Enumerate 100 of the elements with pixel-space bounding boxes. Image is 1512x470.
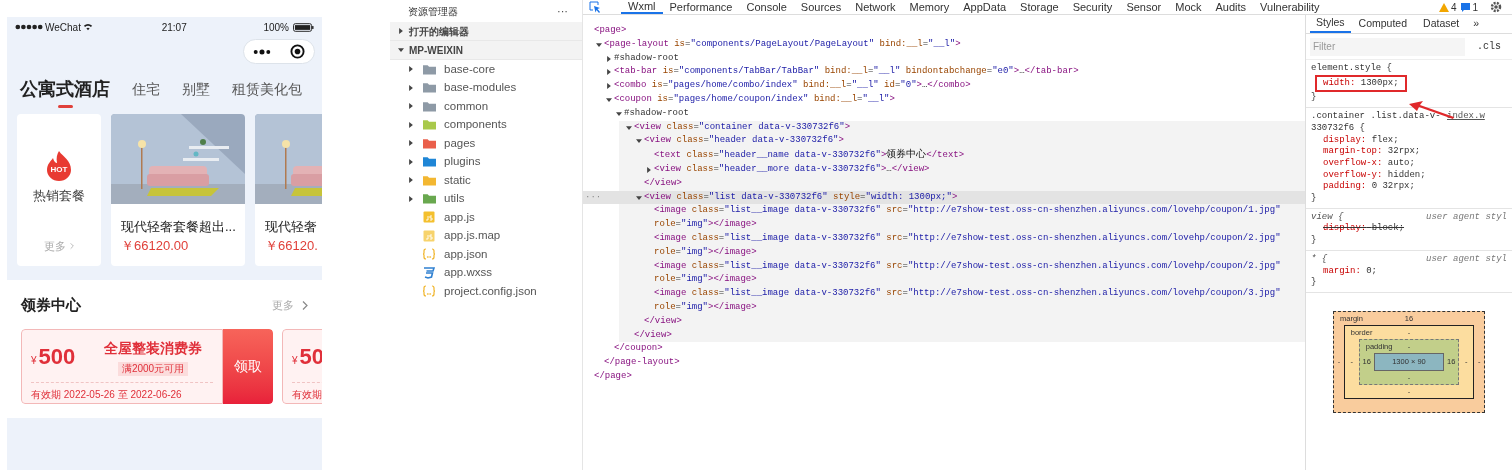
devtools-tab[interactable]: Console bbox=[739, 0, 794, 14]
dom-node[interactable]: </page> bbox=[594, 369, 632, 384]
braces-file-icon bbox=[422, 248, 436, 261]
devtools-tab[interactable]: Sensor bbox=[1119, 0, 1169, 14]
css-declaration[interactable]: margin: 0; bbox=[1323, 265, 1378, 278]
devtools-tab[interactable]: Network bbox=[848, 0, 903, 14]
css-declaration[interactable]: display: flex; bbox=[1323, 134, 1399, 147]
category-tab[interactable]: 公寓式酒店 bbox=[20, 78, 110, 108]
folder-item[interactable]: base-modules bbox=[390, 78, 582, 97]
dom-node[interactable]: #shadow-root bbox=[614, 51, 679, 66]
more-actions[interactable]: ··· bbox=[557, 2, 568, 20]
file-item[interactable]: app.js.map bbox=[390, 226, 582, 245]
filter-field[interactable]: Filter bbox=[1310, 37, 1465, 56]
claim-button[interactable]: 领取 bbox=[223, 329, 273, 404]
css-declaration[interactable]: overflow-x: auto; bbox=[1323, 157, 1415, 170]
product-card[interactable]: 现代轻奢套餐超出... ￥66120.00 bbox=[111, 114, 245, 266]
css-declaration[interactable]: display: block; bbox=[1323, 223, 1405, 236]
caret-down-icon[interactable] bbox=[636, 194, 642, 201]
folder-icon bbox=[422, 119, 436, 131]
caret-right-icon[interactable] bbox=[408, 103, 414, 110]
file-item[interactable]: project.config.json bbox=[390, 282, 582, 301]
caret-right-icon[interactable] bbox=[408, 121, 414, 128]
devtools-tab[interactable]: AppData bbox=[956, 0, 1014, 14]
source-link[interactable]: index.w bbox=[1447, 111, 1485, 135]
settings-icon[interactable] bbox=[1490, 1, 1502, 13]
css-declaration[interactable]: padding: 0 32rpx; bbox=[1323, 181, 1415, 194]
styles-tab[interactable]: Styles bbox=[1310, 15, 1351, 33]
devtools-tab[interactable]: Vulnerability bbox=[1253, 0, 1327, 14]
carrier-name: WeChat bbox=[45, 20, 81, 35]
devtools-tab[interactable]: Security bbox=[1065, 0, 1120, 14]
dom-node[interactable]: </coupon> bbox=[614, 342, 663, 357]
class-toggle[interactable]: .cls bbox=[1477, 39, 1501, 54]
caret-right-icon[interactable] bbox=[408, 66, 414, 73]
folder-item[interactable]: common bbox=[390, 97, 582, 116]
css-declaration[interactable]: width: 1300px; bbox=[1315, 74, 1407, 93]
devtools-tab[interactable]: Performance bbox=[662, 0, 740, 14]
folder-item[interactable]: plugins bbox=[390, 152, 582, 171]
styles-tab[interactable]: Dataset bbox=[1415, 15, 1468, 33]
caret-down-icon[interactable] bbox=[626, 124, 632, 131]
caret-right-icon[interactable] bbox=[646, 166, 652, 173]
dom-node[interactable]: </page-layout> bbox=[604, 356, 680, 370]
hot-package-card[interactable]: HOT 热销套餐 更多 bbox=[17, 114, 101, 266]
message-count: 1 bbox=[1472, 0, 1478, 15]
caret-right-icon[interactable] bbox=[408, 140, 414, 147]
caret-right-icon[interactable] bbox=[398, 28, 404, 34]
file-item[interactable]: app.json bbox=[390, 245, 582, 264]
dom-node[interactable]: </view> bbox=[644, 176, 682, 191]
caret-down-icon[interactable] bbox=[398, 47, 404, 53]
caret-right-icon[interactable] bbox=[606, 55, 612, 62]
rule-close: } bbox=[1311, 92, 1318, 105]
more-tabs[interactable]: » bbox=[1467, 16, 1486, 32]
message-icon[interactable] bbox=[1461, 2, 1471, 12]
more-icon[interactable] bbox=[253, 48, 272, 55]
dom-node[interactable]: </view> bbox=[644, 314, 682, 329]
caret-right-icon[interactable] bbox=[408, 195, 414, 202]
category-tab[interactable]: 别墅 bbox=[182, 78, 210, 108]
hot-label: HOT bbox=[49, 165, 69, 175]
caret-right-icon[interactable] bbox=[408, 158, 414, 165]
category-tab[interactable]: 租赁美化包 bbox=[232, 78, 302, 108]
devtools-tab[interactable]: Sources bbox=[793, 0, 849, 14]
devtools-tab[interactable]: Mock bbox=[1168, 0, 1209, 14]
coupon-validity: 有效期 2022-05-26 至 2022-06-26 bbox=[31, 388, 183, 402]
dom-node[interactable]: <combo is="pages/home/combo/index" bind:__l="__l" id="0">…</combo> bbox=[614, 79, 971, 93]
dom-node[interactable]: <view class="list data-v-330732f6" style="width: 1300px;"> bbox=[644, 190, 958, 205]
inspect-icon[interactable] bbox=[589, 1, 601, 13]
dom-node[interactable]: <coupon is="pages/home/coupon/index" bind:__l="__l"> bbox=[614, 93, 895, 107]
caret-down-icon[interactable] bbox=[606, 97, 612, 103]
category-tab[interactable]: 住宅 bbox=[132, 78, 160, 108]
section-header[interactable]: MP-WEIXIN bbox=[390, 41, 582, 60]
folder-item[interactable]: pages bbox=[390, 134, 582, 153]
dom-node[interactable]: #shadow-root bbox=[624, 106, 689, 121]
caret-down-icon[interactable] bbox=[596, 41, 602, 48]
product-card[interactable]: 现代轻奢 ￥66120. bbox=[255, 114, 322, 266]
folder-item[interactable]: static bbox=[390, 171, 582, 190]
section-header[interactable]: 打开的编辑器 bbox=[390, 22, 582, 41]
folder-item[interactable]: components bbox=[390, 115, 582, 134]
dom-node[interactable]: <page> bbox=[594, 24, 627, 38]
folder-item[interactable]: utils bbox=[390, 189, 582, 208]
caret-down-icon[interactable] bbox=[616, 110, 622, 117]
caret-right-icon[interactable] bbox=[606, 69, 612, 76]
folder-icon bbox=[422, 156, 436, 168]
file-item[interactable]: app.js bbox=[390, 208, 582, 227]
dom-node[interactable]: <page-layout is="components/PageLayout/PageLayout" bind:__l="__l"> bbox=[604, 37, 961, 52]
target-icon[interactable] bbox=[289, 44, 305, 59]
dom-node[interactable]: </view> bbox=[634, 328, 672, 343]
capsule-menu[interactable] bbox=[243, 39, 315, 64]
styles-tab[interactable]: Computed bbox=[1350, 15, 1416, 33]
file-item[interactable]: app.wxss bbox=[390, 263, 582, 282]
caret-right-icon[interactable] bbox=[606, 83, 612, 90]
devtools-tab[interactable]: Audits bbox=[1208, 0, 1254, 14]
folder-item[interactable]: base-core bbox=[390, 60, 582, 79]
css-declaration[interactable]: margin-top: 32rpx; bbox=[1323, 146, 1421, 158]
css-declaration[interactable]: overflow-y: hidden; bbox=[1323, 169, 1426, 182]
caret-down-icon[interactable] bbox=[636, 138, 642, 145]
devtools-tab[interactable]: Memory bbox=[902, 0, 957, 14]
dom-node[interactable]: <tab-bar is="components/TabBar/TabBar" bind:__l="__l" bindontabchange="e0">…</tab-bar> bbox=[614, 65, 1079, 80]
devtools-tab[interactable]: Storage bbox=[1013, 0, 1066, 14]
caret-right-icon[interactable] bbox=[408, 84, 414, 91]
devtools-tab[interactable]: Wxml bbox=[621, 0, 663, 14]
caret-right-icon[interactable] bbox=[408, 177, 414, 184]
